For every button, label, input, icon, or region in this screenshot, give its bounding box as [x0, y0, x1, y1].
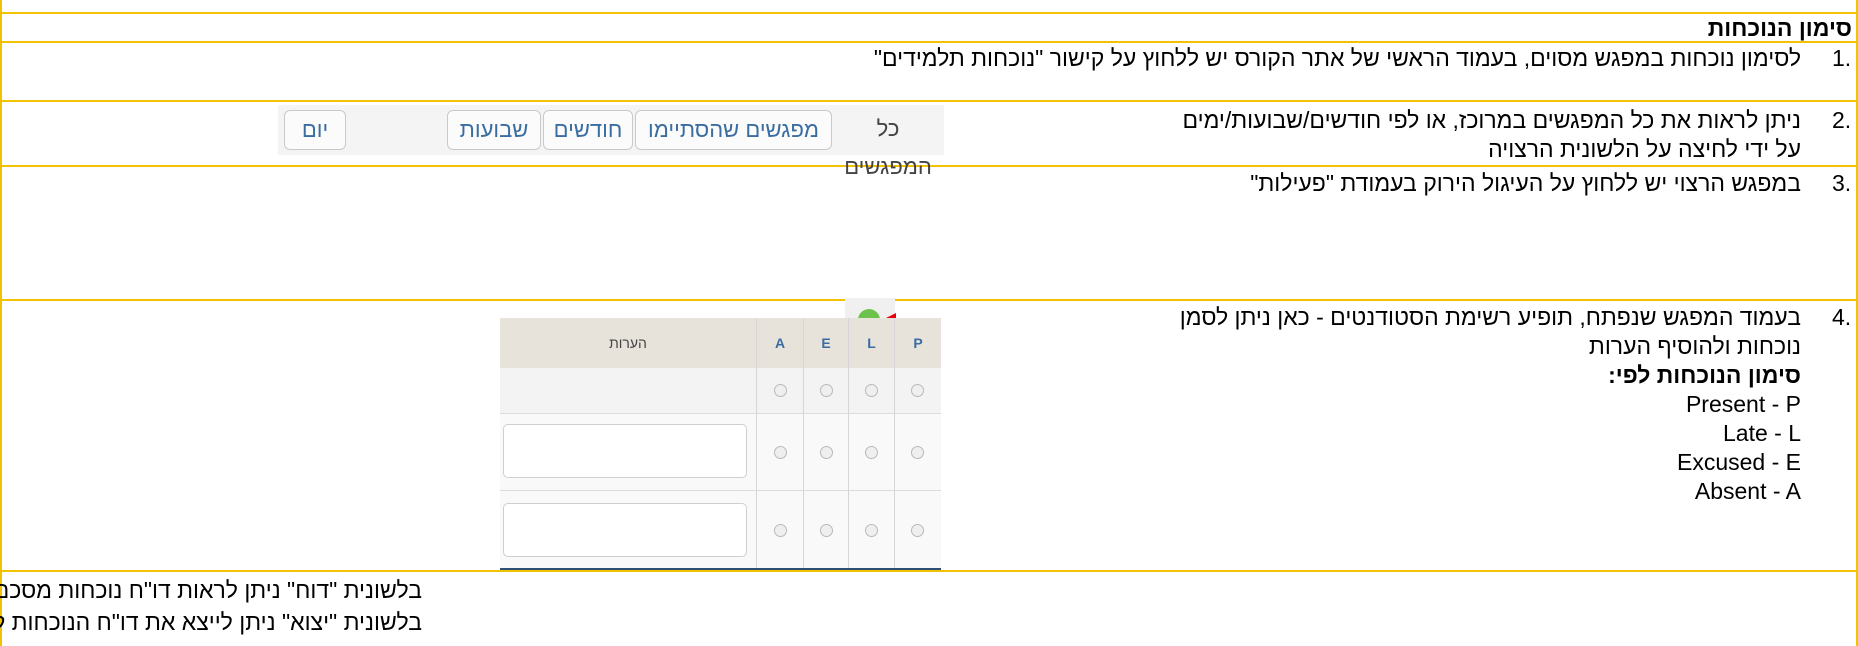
radio-late[interactable]: [865, 384, 878, 397]
column-header-p: P: [913, 335, 923, 351]
radio-present[interactable]: [911, 446, 924, 459]
legend-item: Late - L: [1723, 420, 1801, 446]
step-text: בעמוד המפגש שנפתח, תופיע רשימת הסטודנטים…: [1179, 304, 1801, 330]
legend-item: Excused - E: [1677, 449, 1801, 475]
radio-absent[interactable]: [774, 446, 787, 459]
tab-months[interactable]: חודשים: [543, 110, 633, 150]
tab-weeks[interactable]: שבועות: [447, 110, 541, 150]
step-number: 2.: [1832, 107, 1852, 133]
tab-finished-meetings[interactable]: מפגשים שהסתיימו: [635, 110, 832, 150]
radio-absent[interactable]: [774, 524, 787, 537]
column-header-l: L: [867, 335, 876, 351]
column-header-e: E: [821, 335, 831, 351]
document-page: סימון הנוכחות 1. לסימון נוכחות במפגש מסו…: [0, 0, 1858, 646]
footer-line: בלשונית "יצוא" ניתן לייצא את דו"ח הנוכחו…: [0, 609, 422, 635]
rule-step1: [0, 100, 1858, 102]
step-number: 1.: [1832, 45, 1852, 71]
column-header-a: A: [774, 335, 786, 351]
radio-present[interactable]: [911, 384, 924, 397]
radio-excused[interactable]: [820, 446, 833, 459]
footer-line: בלשונית "דוח" ניתן לראות דו"ח נוכחות מסכ…: [0, 577, 422, 603]
frame-left: [0, 0, 2, 646]
section-title: סימון הנוכחות: [1707, 15, 1852, 41]
step-number: 4.: [1832, 304, 1852, 330]
step-text: לסימון נוכחות במפגש מסוים, בעמוד הראשי ש…: [873, 45, 1801, 71]
step-text: על ידי לחיצה על הלשונית הרצויה: [1488, 136, 1801, 162]
legend-item: Absent - A: [1694, 478, 1801, 504]
step-text: נוכחות ולהוסיף הערות: [1588, 333, 1801, 359]
rule-top: [0, 12, 1858, 14]
step-text: ניתן לראות את כל המפגשים במרוכז, או לפי …: [1182, 107, 1801, 133]
radio-excused[interactable]: [820, 524, 833, 537]
tabs-bar: כל המפגשים מפגשים שהסתיימו חודשים שבועות…: [278, 105, 944, 179]
tab-all-meetings[interactable]: כל המפגשים: [834, 110, 942, 179]
note-input[interactable]: [503, 424, 747, 478]
radio-present[interactable]: [911, 524, 924, 537]
rule-step3: [0, 299, 1858, 301]
tab-day[interactable]: יום: [284, 110, 346, 150]
legend-item: Present - P: [1685, 391, 1801, 417]
radio-late[interactable]: [865, 524, 878, 537]
step-text: במפגש הרצוי יש ללחוץ על העיגול הירוק בעמ…: [1250, 170, 1801, 196]
radio-late[interactable]: [865, 446, 878, 459]
radio-excused[interactable]: [820, 384, 833, 397]
radio-absent[interactable]: [774, 384, 787, 397]
note-column-header: הערות: [609, 335, 647, 351]
rule-step4: [0, 570, 1858, 572]
note-input[interactable]: [503, 503, 747, 557]
step-number: 3.: [1832, 170, 1852, 196]
legend-title: סימון הנוכחות לפי:: [1608, 362, 1801, 388]
